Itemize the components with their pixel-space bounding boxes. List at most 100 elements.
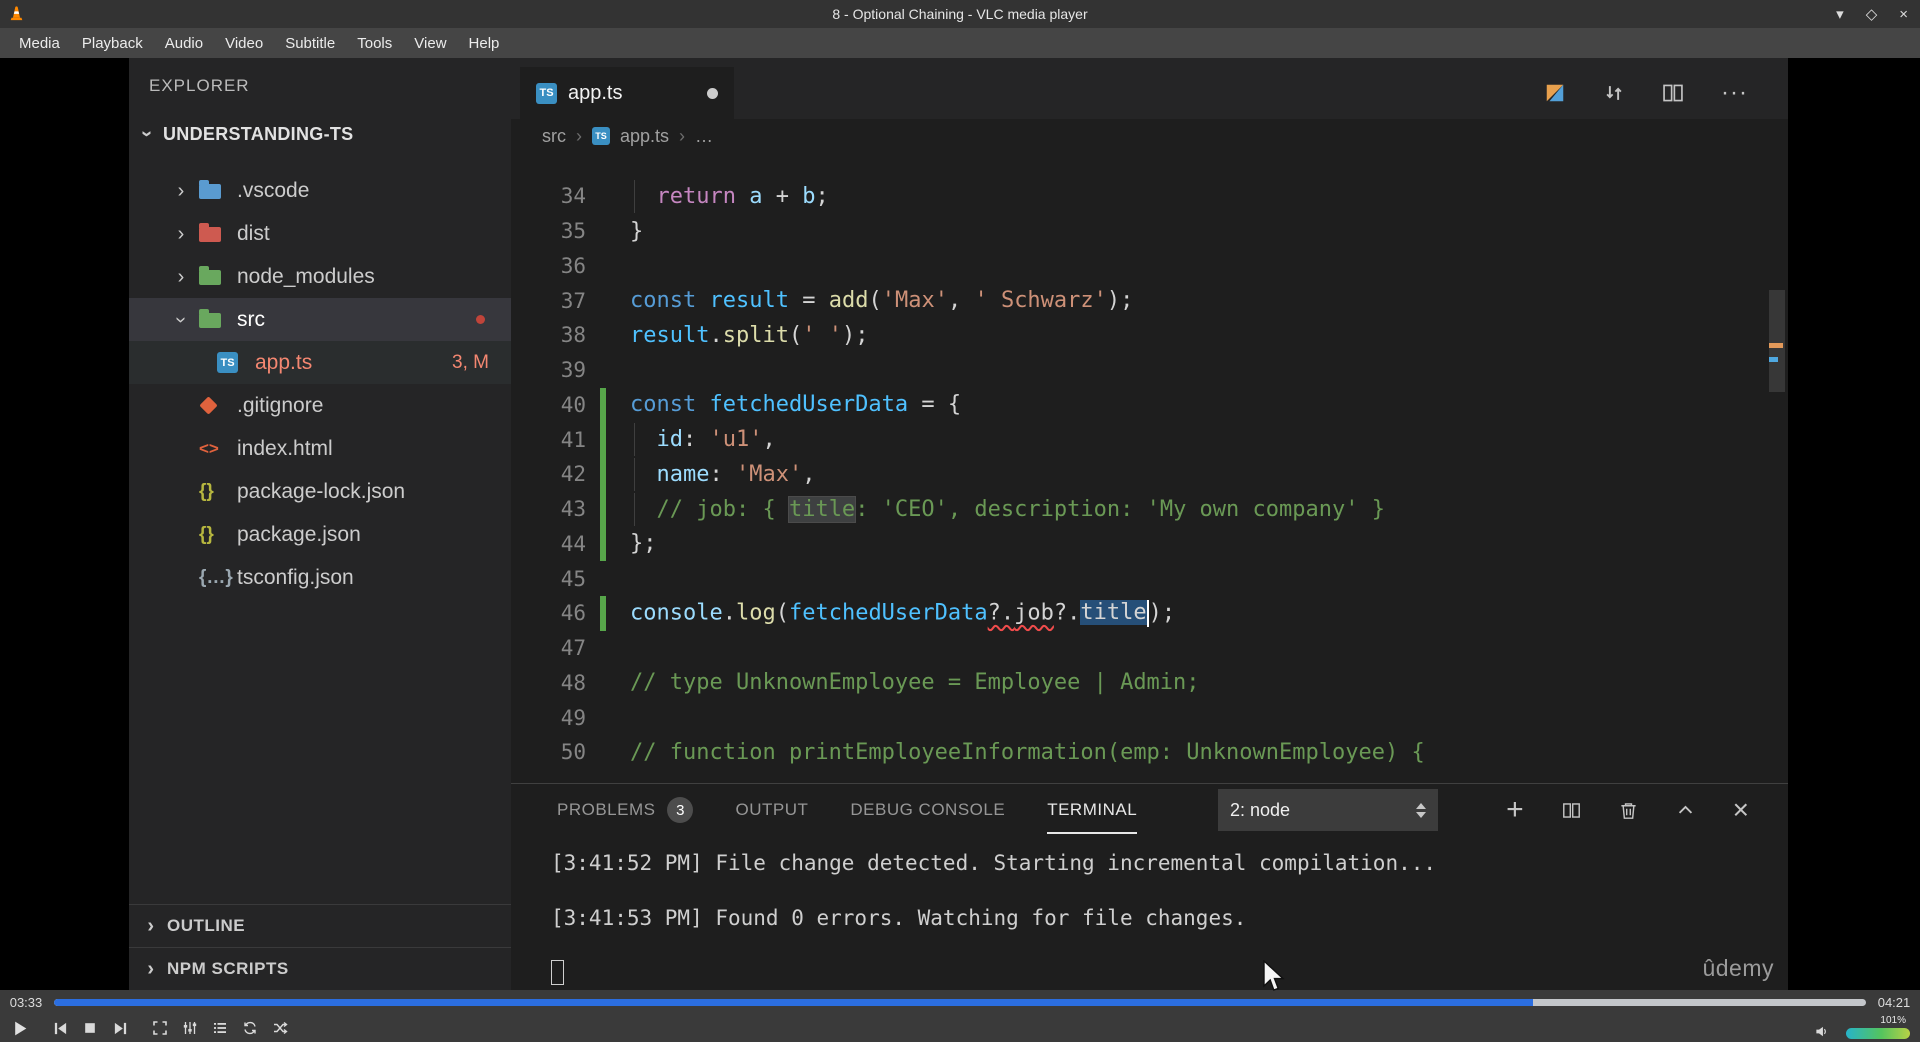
gutter: [600, 700, 606, 735]
code-line-49[interactable]: 49: [511, 700, 1788, 735]
split-terminal-button[interactable]: [1562, 801, 1581, 820]
window-title: 8 - Optional Chaining - VLC media player: [832, 6, 1088, 22]
code-line-48[interactable]: 48// type UnknownEmployee = Employee | A…: [511, 666, 1788, 701]
code-line-38[interactable]: 38 result.split(' ');: [511, 318, 1788, 353]
menu-audio[interactable]: Audio: [154, 28, 214, 58]
maximize-button[interactable]: ◇: [1866, 7, 1878, 22]
tree-item-dist[interactable]: › dist: [129, 212, 511, 255]
unsaved-dot-icon[interactable]: [707, 87, 718, 99]
code-line-50[interactable]: 50// function printEmployeeInformation(e…: [511, 735, 1788, 770]
panel-tab-output[interactable]: OUTPUT: [735, 784, 808, 836]
chevron-right-icon: ›: [679, 125, 686, 146]
split-editor-icon[interactable]: [1662, 82, 1684, 104]
play-button[interactable]: [8, 1016, 32, 1040]
close-button[interactable]: ×: [1899, 7, 1908, 22]
code-line-47[interactable]: 47: [511, 631, 1788, 666]
tree-item-label: node_modules: [237, 264, 375, 288]
line-number: 49: [560, 705, 586, 730]
vlc-window: 8 - Optional Chaining - VLC media player…: [0, 0, 1920, 1042]
menu-media[interactable]: Media: [8, 28, 71, 58]
tree-item-node_modules[interactable]: › node_modules: [129, 255, 511, 298]
folder-icon: [199, 180, 221, 199]
seek-slider[interactable]: [54, 998, 1866, 1006]
open-changes-icon[interactable]: [1544, 82, 1566, 104]
tree-item-tsconfig.json[interactable]: {…} tsconfig.json: [129, 556, 511, 599]
code-line-41[interactable]: 41 id: 'u1',: [511, 422, 1788, 457]
window-titlebar[interactable]: 8 - Optional Chaining - VLC media player…: [0, 0, 1920, 28]
panel-tab-debug-console[interactable]: DEBUG CONSOLE: [850, 784, 1005, 836]
volume-slider[interactable]: [1846, 1028, 1910, 1039]
code-line-40[interactable]: 40 const fetchedUserData = {: [511, 387, 1788, 423]
editor-actions: ···: [1544, 67, 1748, 119]
line-number: 39: [560, 358, 586, 383]
tree-item-label: package-lock.json: [237, 479, 406, 503]
editor-scrollbar[interactable]: [1768, 153, 1786, 783]
code-line-43[interactable]: 43 // job: { title: 'CEO', description: …: [511, 491, 1788, 527]
code-line-37[interactable]: 37 const result = add('Max', ' Schwarz');: [511, 283, 1788, 318]
close-panel-button[interactable]: ×: [1733, 795, 1749, 823]
tree-item-app.ts[interactable]: TS app.ts 3, M: [129, 341, 511, 384]
breadcrumb-file[interactable]: app.ts: [620, 126, 669, 147]
code-editor[interactable]: 34 return a + b; 35} 36 37 const result = ad…: [511, 153, 1788, 783]
playlist-button[interactable]: [208, 1016, 232, 1040]
stop-button[interactable]: [78, 1016, 102, 1040]
gutter: [600, 283, 606, 318]
git-added-gutter: [600, 422, 606, 457]
tree-item-.gitignore[interactable]: .gitignore: [129, 384, 511, 427]
code-line-36[interactable]: 36: [511, 249, 1788, 284]
menu-tools[interactable]: Tools: [346, 28, 403, 58]
line-number: 34: [560, 184, 586, 209]
kill-terminal-button[interactable]: [1619, 801, 1638, 820]
maximize-panel-button[interactable]: [1676, 801, 1695, 820]
git-added-gutter: [600, 526, 606, 562]
section-outline[interactable]: › OUTLINE: [129, 904, 511, 947]
tree-item-package.json[interactable]: {} package.json: [129, 513, 511, 556]
section-npm-scripts[interactable]: › NPM SCRIPTS: [129, 947, 511, 990]
more-actions-icon[interactable]: ···: [1721, 81, 1748, 104]
git-compare-icon[interactable]: [1603, 82, 1625, 104]
terminal-output[interactable]: [3:41:52 PM] File change detected. Start…: [551, 850, 1436, 960]
minimize-button[interactable]: ▾: [1836, 7, 1844, 22]
new-terminal-button[interactable]: +: [1506, 795, 1524, 825]
breadcrumb-more[interactable]: …: [695, 126, 713, 147]
terminal-select[interactable]: 2: node: [1218, 789, 1438, 831]
menu-help[interactable]: Help: [458, 28, 511, 58]
scrollbar-thumb[interactable]: [1769, 290, 1785, 392]
loop-button[interactable]: [238, 1016, 262, 1040]
code-line-45[interactable]: 45: [511, 561, 1788, 596]
vscode-screencast: EXPLORER › UNDERSTANDING-TS › .vscode › dis…: [129, 58, 1788, 990]
code-line-42[interactable]: 42 name: 'Max',: [511, 457, 1788, 492]
code-line-34[interactable]: 34 return a + b;: [511, 179, 1788, 214]
next-button[interactable]: [108, 1016, 132, 1040]
explorer-root-folder[interactable]: › UNDERSTANDING-TS: [129, 113, 511, 155]
previous-button[interactable]: [48, 1016, 72, 1040]
problems-modified-badge: 3, M: [452, 351, 489, 373]
code-line-39[interactable]: 39: [511, 353, 1788, 388]
tree-item-src[interactable]: › src: [129, 298, 511, 341]
random-button[interactable]: [268, 1016, 292, 1040]
tree-item-label: .vscode: [237, 178, 310, 202]
code-line-44[interactable]: 44};: [511, 526, 1788, 562]
panel-tab-problems[interactable]: PROBLEMS 3: [557, 784, 694, 836]
menu-view[interactable]: View: [403, 28, 457, 58]
code-line-46[interactable]: 46 console.log(fetchedUserData?.job?.titl…: [511, 596, 1788, 631]
extended-settings-button[interactable]: [178, 1016, 202, 1040]
tab-app-ts[interactable]: TS app.ts: [520, 67, 734, 119]
tree-item-.vscode[interactable]: › .vscode: [129, 169, 511, 212]
line-number: 48: [560, 670, 586, 695]
fullscreen-button[interactable]: [148, 1016, 172, 1040]
menu-playback[interactable]: Playback: [71, 28, 154, 58]
video-area[interactable]: EXPLORER › UNDERSTANDING-TS › .vscode › dis…: [0, 58, 1920, 991]
tree-item-index.html[interactable]: <> index.html: [129, 427, 511, 470]
menu-subtitle[interactable]: Subtitle: [274, 28, 346, 58]
tree-item-package-lock.json[interactable]: {} package-lock.json: [129, 470, 511, 513]
code-line-35[interactable]: 35}: [511, 214, 1788, 249]
panel-tab-terminal[interactable]: TERMINAL: [1047, 784, 1138, 836]
menu-video[interactable]: Video: [214, 28, 274, 58]
speaker-icon[interactable]: [1814, 1024, 1830, 1039]
total-time: 04:21: [1877, 994, 1911, 1010]
tree-item-label: app.ts: [255, 350, 313, 374]
explorer-title: EXPLORER: [149, 75, 250, 95]
gutter: [600, 353, 606, 388]
breadcrumb-folder[interactable]: src: [542, 126, 566, 147]
